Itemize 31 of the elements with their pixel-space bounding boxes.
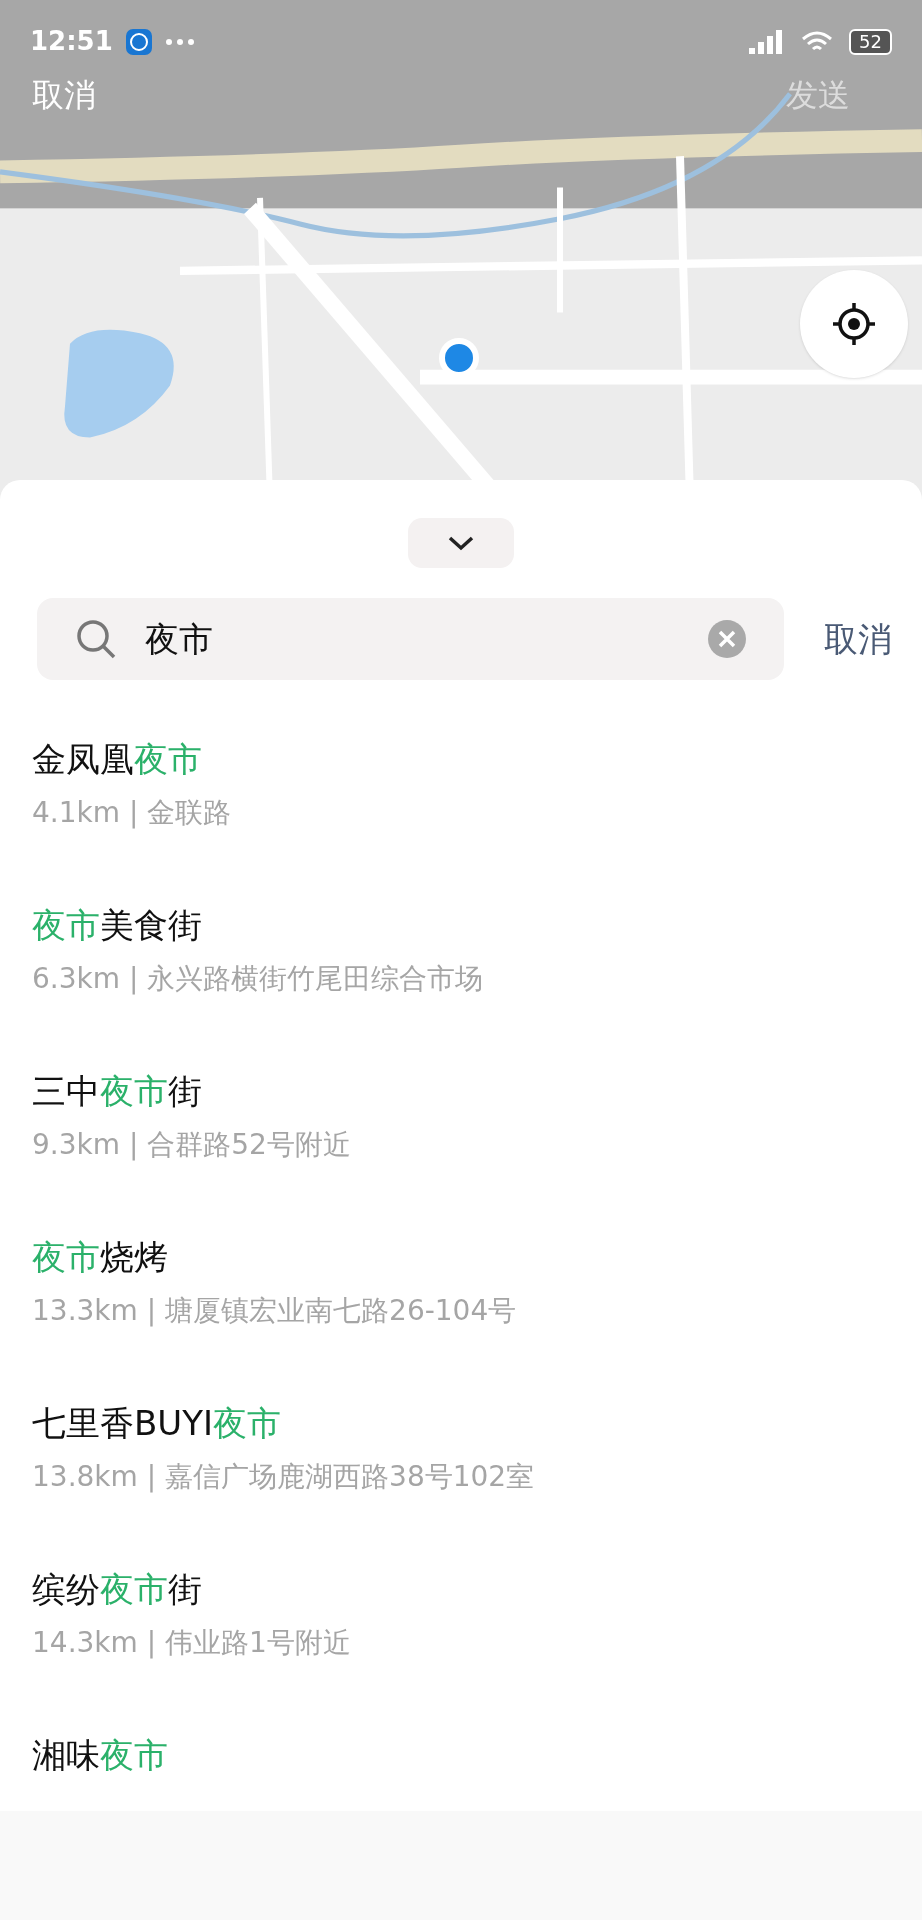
locate-icon — [831, 301, 877, 347]
result-item[interactable]: 缤纷夜市街 14.3km | 伟业路1号附近 — [0, 1565, 922, 1731]
place-name: 金凤凰夜市 — [32, 738, 203, 781]
place-name: 缤纷夜市街 — [32, 1568, 203, 1611]
clock: 12:51 — [30, 25, 113, 58]
place-details: 4.1km | 金联路 — [32, 795, 233, 831]
place-details: 13.3km | 塘厦镇宏业南七路26-104号 — [32, 1293, 518, 1329]
collapse-button[interactable] — [408, 518, 514, 568]
clear-icon[interactable] — [708, 620, 746, 658]
chevron-down-icon — [447, 534, 475, 552]
cancel-button[interactable]: 取消 — [824, 613, 892, 665]
search-input[interactable]: 夜市 — [145, 613, 680, 665]
result-item[interactable]: 金凤凰夜市 4.1km | 金联路 — [0, 735, 922, 901]
place-details: 14.3km | 伟业路1号附近 — [32, 1625, 352, 1661]
place-name: 湘味夜市 — [32, 1734, 169, 1777]
place-name: 夜市烧烤 — [32, 1236, 169, 1279]
more-icon — [164, 37, 195, 46]
place-details: 9.3km | 合群路52号附近 — [32, 1127, 352, 1163]
result-item[interactable]: 七里香BUYI夜市 13.8km | 嘉信广场鹿湖西路38号102室 — [0, 1399, 922, 1565]
battery-indicator: 52 — [849, 28, 892, 55]
search-field[interactable]: 夜市 — [37, 598, 784, 680]
result-item[interactable]: 三中夜市街 9.3km | 合群路52号附近 — [0, 1067, 922, 1233]
place-details: 13.8km | 嘉信广场鹿湖西路38号102室 — [32, 1459, 536, 1495]
place-name: 七里香BUYI夜市 — [32, 1402, 282, 1445]
search-icon — [75, 618, 117, 660]
result-item[interactable]: 夜市烧烤 13.3km | 塘厦镇宏业南七路26-104号 — [0, 1233, 922, 1399]
place-details: 6.3km | 永兴路横街竹尾田综合市场 — [32, 961, 485, 997]
place-name: 夜市美食街 — [32, 904, 203, 947]
result-item[interactable]: 湘味夜市 — [0, 1731, 922, 1811]
result-item[interactable]: 夜市美食街 6.3km | 永兴路横街竹尾田综合市场 — [0, 901, 922, 1067]
place-name: 三中夜市街 — [32, 1070, 203, 1113]
